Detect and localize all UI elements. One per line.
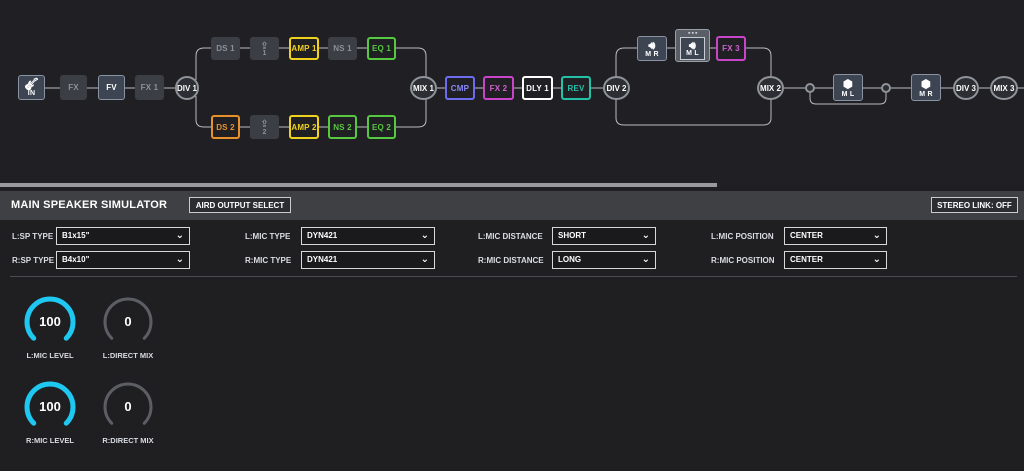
r-mic-position-select[interactable]: CENTER ⌄ — [784, 251, 887, 269]
l-mic-level-knob[interactable]: 100 — [23, 295, 77, 349]
mix2-node[interactable]: MIX 2 — [757, 76, 784, 100]
r-sp-type-select[interactable]: B4x10" ⌄ — [56, 251, 190, 269]
div1-node[interactable]: DIV 1 — [175, 76, 199, 100]
l-mic-type-label: L:MIC TYPE — [245, 232, 291, 241]
ns1-block[interactable]: NS 1 — [328, 37, 357, 60]
amp1-block[interactable]: AMP 1 — [289, 37, 319, 60]
chevron-down-icon: ⌄ — [872, 254, 881, 265]
rev-block[interactable]: REV — [561, 76, 591, 100]
l-sp-type-label: L:SP TYPE — [12, 232, 54, 241]
mic-right-label: M R — [919, 91, 933, 98]
chevron-down-icon: ⌄ — [641, 254, 650, 265]
input-block[interactable]: 🎸︎ IN — [18, 75, 45, 100]
l-mic-distance-select[interactable]: SHORT ⌄ — [552, 227, 656, 245]
ns2-block[interactable]: NS 2 — [328, 115, 357, 139]
l-direct-mix-label: L:DIRECT MIX — [102, 351, 154, 360]
mix1-node[interactable]: MIX 1 — [410, 76, 437, 100]
l-mic-position-value: CENTER — [790, 231, 823, 240]
r-mic-distance-label: R:MIC DISTANCE — [478, 256, 544, 265]
l-mic-position-label: L:MIC POSITION — [711, 232, 774, 241]
cmp-block[interactable]: CMP — [445, 76, 475, 100]
cabinet-icon: ⬢ — [842, 77, 854, 91]
l-mic-type-select[interactable]: DYN421 ⌄ — [301, 227, 435, 245]
mix3-node[interactable]: MIX 3 — [990, 76, 1018, 100]
mic-right-block-2[interactable]: ⬢ M R — [911, 74, 941, 101]
split-point[interactable] — [805, 83, 815, 93]
cabinet-icon: ⬢ — [920, 77, 932, 91]
send-block-1[interactable]: ⇪ 1 — [250, 37, 279, 60]
r-sp-type-label: R:SP TYPE — [12, 256, 55, 265]
r-mic-level-label: R:MIC LEVEL — [26, 436, 74, 445]
fx2-block[interactable]: FX 2 — [483, 76, 514, 100]
fx1-block[interactable]: FX 1 — [135, 75, 164, 100]
chevron-down-icon: ⌄ — [420, 230, 429, 241]
r-mic-type-label: R:MIC TYPE — [245, 256, 292, 265]
mic-left-block-1[interactable]: ▪▪▪ 🔊︎ M L — [675, 29, 710, 62]
chevron-down-icon: ⌄ — [872, 230, 881, 241]
chain-scrollbar[interactable] — [0, 183, 717, 187]
mic-right-block-1[interactable]: 🔊︎ M R — [637, 36, 667, 61]
effect-chain: 🎸︎ IN FX FV FX 1 DIV 1 DS 1 ⇪ 1 AMP 1 NS… — [0, 0, 1024, 186]
l-mic-distance-value: SHORT — [558, 231, 586, 240]
r-direct-mix-knob[interactable]: 0 — [101, 380, 155, 434]
mic-right-label: M R — [645, 51, 659, 58]
dly1-block[interactable]: DLY 1 — [522, 76, 553, 100]
merge-point[interactable] — [881, 83, 891, 93]
r-mic-distance-value: LONG — [558, 255, 582, 264]
input-label: IN — [27, 90, 36, 97]
r-mic-level-value: 100 — [39, 399, 61, 414]
r-mic-position-value: CENTER — [790, 255, 823, 264]
div3-node[interactable]: DIV 3 — [953, 76, 979, 100]
chevron-down-icon: ⌄ — [175, 230, 184, 241]
stereo-link-button[interactable]: STEREO LINK: OFF — [931, 197, 1018, 213]
fx-block[interactable]: FX — [60, 75, 87, 100]
mic-left-block-2[interactable]: ⬢ M L — [833, 74, 863, 101]
panel-title: MAIN SPEAKER SIMULATOR — [11, 199, 168, 211]
l-mic-level-label: L:MIC LEVEL — [26, 351, 74, 360]
panel-header: MAIN SPEAKER SIMULATOR AIRD OUTPUT SELEC… — [0, 191, 1024, 220]
chevron-down-icon: ⌄ — [420, 254, 429, 265]
chevron-down-icon: ⌄ — [641, 230, 650, 241]
eq2-block[interactable]: EQ 2 — [367, 115, 396, 139]
r-direct-mix-value: 0 — [124, 399, 132, 414]
aird-output-select-button[interactable]: AIRD OUTPUT SELECT — [189, 197, 291, 213]
r-direct-mix-label: R:DIRECT MIX — [102, 436, 154, 445]
amp2-block[interactable]: AMP 2 — [289, 115, 319, 139]
div2-node[interactable]: DIV 2 — [603, 76, 630, 100]
l-mic-level-value: 100 — [39, 314, 61, 329]
eq1-block[interactable]: EQ 1 — [367, 37, 396, 60]
mic-left-label: M L — [841, 91, 855, 98]
fx3-block[interactable]: FX 3 — [716, 36, 746, 61]
r-sp-type-value: B4x10" — [62, 255, 90, 264]
ds2-block[interactable]: DS 2 — [211, 115, 240, 139]
l-sp-type-select[interactable]: B1x15" ⌄ — [56, 227, 190, 245]
ds1-block[interactable]: DS 1 — [211, 37, 240, 60]
r-mic-distance-select[interactable]: LONG ⌄ — [552, 251, 656, 269]
chevron-down-icon: ⌄ — [175, 254, 184, 265]
send-block-2[interactable]: ⇪ 2 — [250, 115, 279, 139]
l-mic-position-select[interactable]: CENTER ⌄ — [784, 227, 887, 245]
l-mic-type-value: DYN421 — [307, 231, 338, 240]
mic-left-label: M L — [686, 50, 699, 57]
send-label: 2 — [262, 129, 267, 136]
section-divider — [10, 276, 1017, 277]
send-label: 1 — [262, 50, 267, 57]
fv-block[interactable]: FV — [98, 75, 125, 100]
r-mic-type-value: DYN421 — [307, 255, 338, 264]
r-mic-position-label: R:MIC POSITION — [711, 256, 775, 265]
l-direct-mix-knob[interactable]: 0 — [101, 295, 155, 349]
l-mic-distance-label: L:MIC DISTANCE — [478, 232, 543, 241]
r-mic-level-knob[interactable]: 100 — [23, 380, 77, 434]
r-mic-type-select[interactable]: DYN421 ⌄ — [301, 251, 435, 269]
l-direct-mix-value: 0 — [124, 314, 132, 329]
l-sp-type-value: B1x15" — [62, 231, 90, 240]
